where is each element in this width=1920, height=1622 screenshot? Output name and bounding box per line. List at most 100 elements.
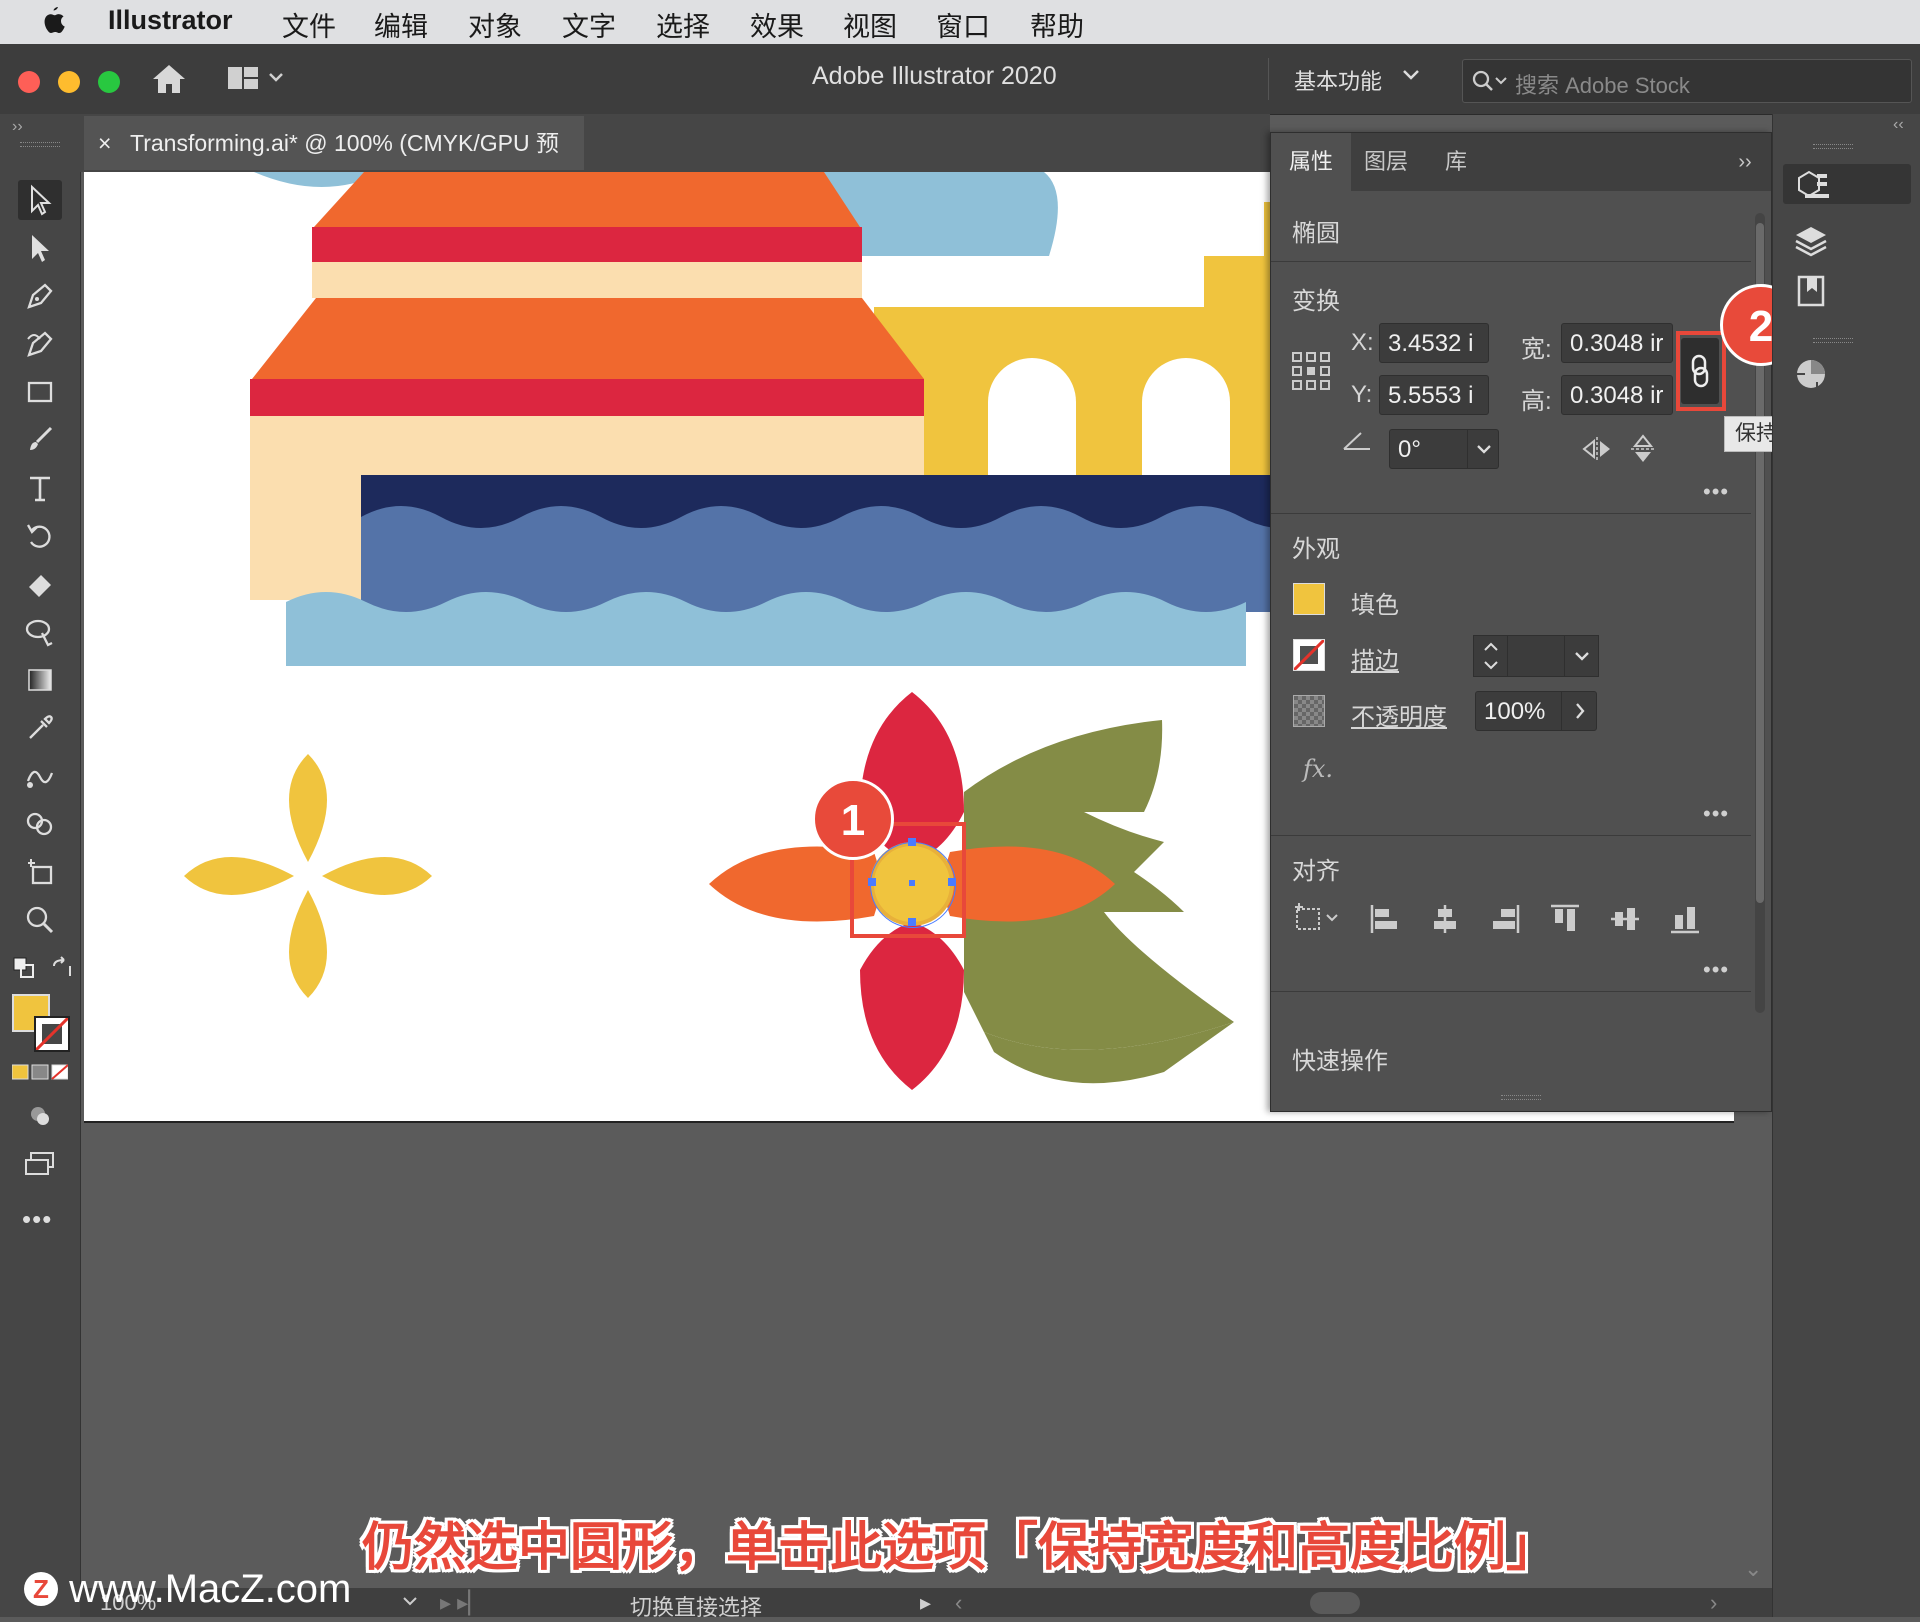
- reference-point-icon[interactable]: [1291, 351, 1331, 396]
- object-type-label: 椭圆: [1292, 220, 1340, 247]
- menu-help[interactable]: 帮助: [1030, 5, 1084, 44]
- menu-app-name[interactable]: Illustrator: [108, 5, 233, 36]
- opacity-icon: [1293, 695, 1325, 727]
- opacity-label[interactable]: 不透明度: [1351, 697, 1447, 732]
- x-position-field[interactable]: 3.4532 i: [1379, 323, 1489, 363]
- scroll-left-icon[interactable]: ‹: [955, 1590, 962, 1616]
- angle-dropdown-icon[interactable]: [1467, 429, 1500, 469]
- dock-grip[interactable]: [1813, 338, 1853, 343]
- curvature-tool-icon[interactable]: [18, 324, 62, 364]
- transform-more-options[interactable]: •••: [1703, 479, 1729, 505]
- eraser-tool-icon[interactable]: [18, 564, 62, 604]
- scroll-right-icon[interactable]: ›: [1710, 1590, 1717, 1616]
- appearance-more-options[interactable]: •••: [1703, 801, 1729, 827]
- paintbrush-tool-icon[interactable]: [18, 420, 62, 460]
- document-tab[interactable]: × Transforming.ai* @ 100% (CMYK/GPU 预览): [84, 116, 584, 210]
- screen-mode-icon[interactable]: [18, 1144, 62, 1184]
- artboard-tool-icon[interactable]: [18, 852, 62, 892]
- menu-select[interactable]: 选择: [656, 5, 710, 44]
- appearance-heading: 外观: [1292, 536, 1340, 563]
- menu-type[interactable]: 文字: [562, 5, 616, 44]
- minimize-window-button[interactable]: [58, 71, 80, 93]
- recolor-icon[interactable]: [1791, 354, 1831, 399]
- close-tab-icon[interactable]: ×: [98, 116, 111, 170]
- tab-properties[interactable]: 属性: [1271, 133, 1351, 191]
- swap-fill-stroke-icon[interactable]: [50, 956, 74, 985]
- stroke-weight-field[interactable]: [1507, 635, 1599, 677]
- divider: [1271, 835, 1751, 836]
- blend-tool-icon[interactable]: [18, 756, 62, 796]
- align-left-icon[interactable]: [1369, 903, 1401, 940]
- collapse-dock-icon[interactable]: ‹‹: [1893, 116, 1904, 134]
- stock-search-field[interactable]: 搜索 Adobe Stock: [1462, 59, 1912, 103]
- tab-libraries[interactable]: 库: [1421, 133, 1491, 191]
- eyedropper-tool-icon[interactable]: [18, 708, 62, 748]
- home-icon[interactable]: [150, 62, 188, 101]
- zoom-tool-icon[interactable]: [18, 900, 62, 940]
- y-position-field[interactable]: 5.5553 i: [1379, 375, 1489, 415]
- height-field[interactable]: 0.3048 ir: [1561, 375, 1673, 415]
- layers-icon[interactable]: [1793, 224, 1829, 263]
- default-fill-stroke-icon[interactable]: [12, 956, 36, 985]
- shape-builder-tool-icon[interactable]: [18, 804, 62, 844]
- stroke-label[interactable]: 描边: [1351, 641, 1399, 676]
- selection-tool-icon[interactable]: [18, 180, 62, 220]
- divider: [1271, 261, 1751, 262]
- apple-menu-icon[interactable]: [40, 5, 66, 42]
- chevron-down-icon[interactable]: [1402, 68, 1420, 87]
- panel-resize-grip[interactable]: [1501, 1095, 1541, 1100]
- highlight-box-2: [1676, 331, 1726, 411]
- artboard-nav-icon[interactable]: ▸ ▸▏: [440, 1590, 485, 1616]
- status-tool-hint: 切换直接选择: [630, 1595, 763, 1620]
- stroke-swatch[interactable]: [1293, 639, 1325, 671]
- horizontal-scroll-thumb[interactable]: [1310, 1592, 1360, 1614]
- type-tool-icon[interactable]: [18, 468, 62, 508]
- gradient-tool-icon[interactable]: [18, 660, 62, 700]
- menu-effect[interactable]: 效果: [750, 5, 804, 44]
- menu-window[interactable]: 窗口: [936, 5, 990, 44]
- zoom-window-button[interactable]: [98, 71, 120, 93]
- stroke-weight-stepper[interactable]: [1473, 635, 1509, 677]
- pen-tool-icon[interactable]: [18, 276, 62, 316]
- color-mode-buttons[interactable]: [11, 1064, 69, 1085]
- align-right-icon[interactable]: [1489, 903, 1521, 940]
- panel-collapse-icon[interactable]: ››: [1725, 133, 1765, 191]
- toolbar-grip[interactable]: [20, 142, 60, 147]
- align-to-selection-icon[interactable]: [1293, 901, 1343, 940]
- stroke-color-swatch[interactable]: [34, 1016, 70, 1052]
- dock-grip[interactable]: [1813, 144, 1853, 149]
- play-icon[interactable]: ▸: [920, 1590, 931, 1616]
- expand-toolbar-icon[interactable]: ››: [12, 118, 23, 136]
- chevron-down-icon[interactable]: [1564, 636, 1599, 676]
- chevron-right-icon[interactable]: [1561, 691, 1598, 731]
- fill-swatch[interactable]: [1293, 583, 1325, 615]
- width-field[interactable]: 0.3048 ir: [1561, 323, 1673, 363]
- chevron-down-icon[interactable]: [400, 1588, 420, 1620]
- flip-horizontal-icon[interactable]: [1581, 435, 1613, 468]
- align-more-options[interactable]: •••: [1703, 957, 1729, 983]
- properties-panel-button[interactable]: [1783, 164, 1911, 204]
- libraries-icon[interactable]: [1793, 274, 1829, 313]
- menu-file[interactable]: 文件: [282, 5, 336, 44]
- rotate-tool-icon[interactable]: [18, 516, 62, 556]
- menu-view[interactable]: 视图: [843, 5, 897, 44]
- effects-fx-button[interactable]: fx.: [1303, 755, 1333, 783]
- free-transform-tool-icon[interactable]: [18, 612, 62, 652]
- align-vertical-center-icon[interactable]: [1609, 903, 1641, 940]
- align-top-icon[interactable]: [1549, 903, 1581, 940]
- flip-vertical-icon[interactable]: [1629, 433, 1657, 470]
- menu-object[interactable]: 对象: [468, 5, 522, 44]
- align-horizontal-center-icon[interactable]: [1429, 903, 1461, 940]
- edit-toolbar-icon[interactable]: •••: [22, 1204, 52, 1235]
- tab-layers[interactable]: 图层: [1351, 133, 1421, 191]
- draw-mode-icon[interactable]: [18, 1096, 62, 1136]
- menu-edit[interactable]: 编辑: [374, 5, 428, 44]
- arrange-documents-icon[interactable]: [226, 64, 286, 97]
- direct-selection-tool-icon[interactable]: [18, 228, 62, 268]
- workspace-switcher[interactable]: 基本功能: [1294, 64, 1382, 96]
- rectangle-tool-icon[interactable]: [18, 372, 62, 412]
- window-title: Adobe Illustrator 2020: [812, 62, 1057, 90]
- close-window-button[interactable]: [18, 71, 40, 93]
- align-bottom-icon[interactable]: [1669, 903, 1701, 940]
- properties-panel: 属性 图层 库 ›› 椭圆 变换 X: 3.4532 i Y: 5.5553 i…: [1270, 132, 1772, 1112]
